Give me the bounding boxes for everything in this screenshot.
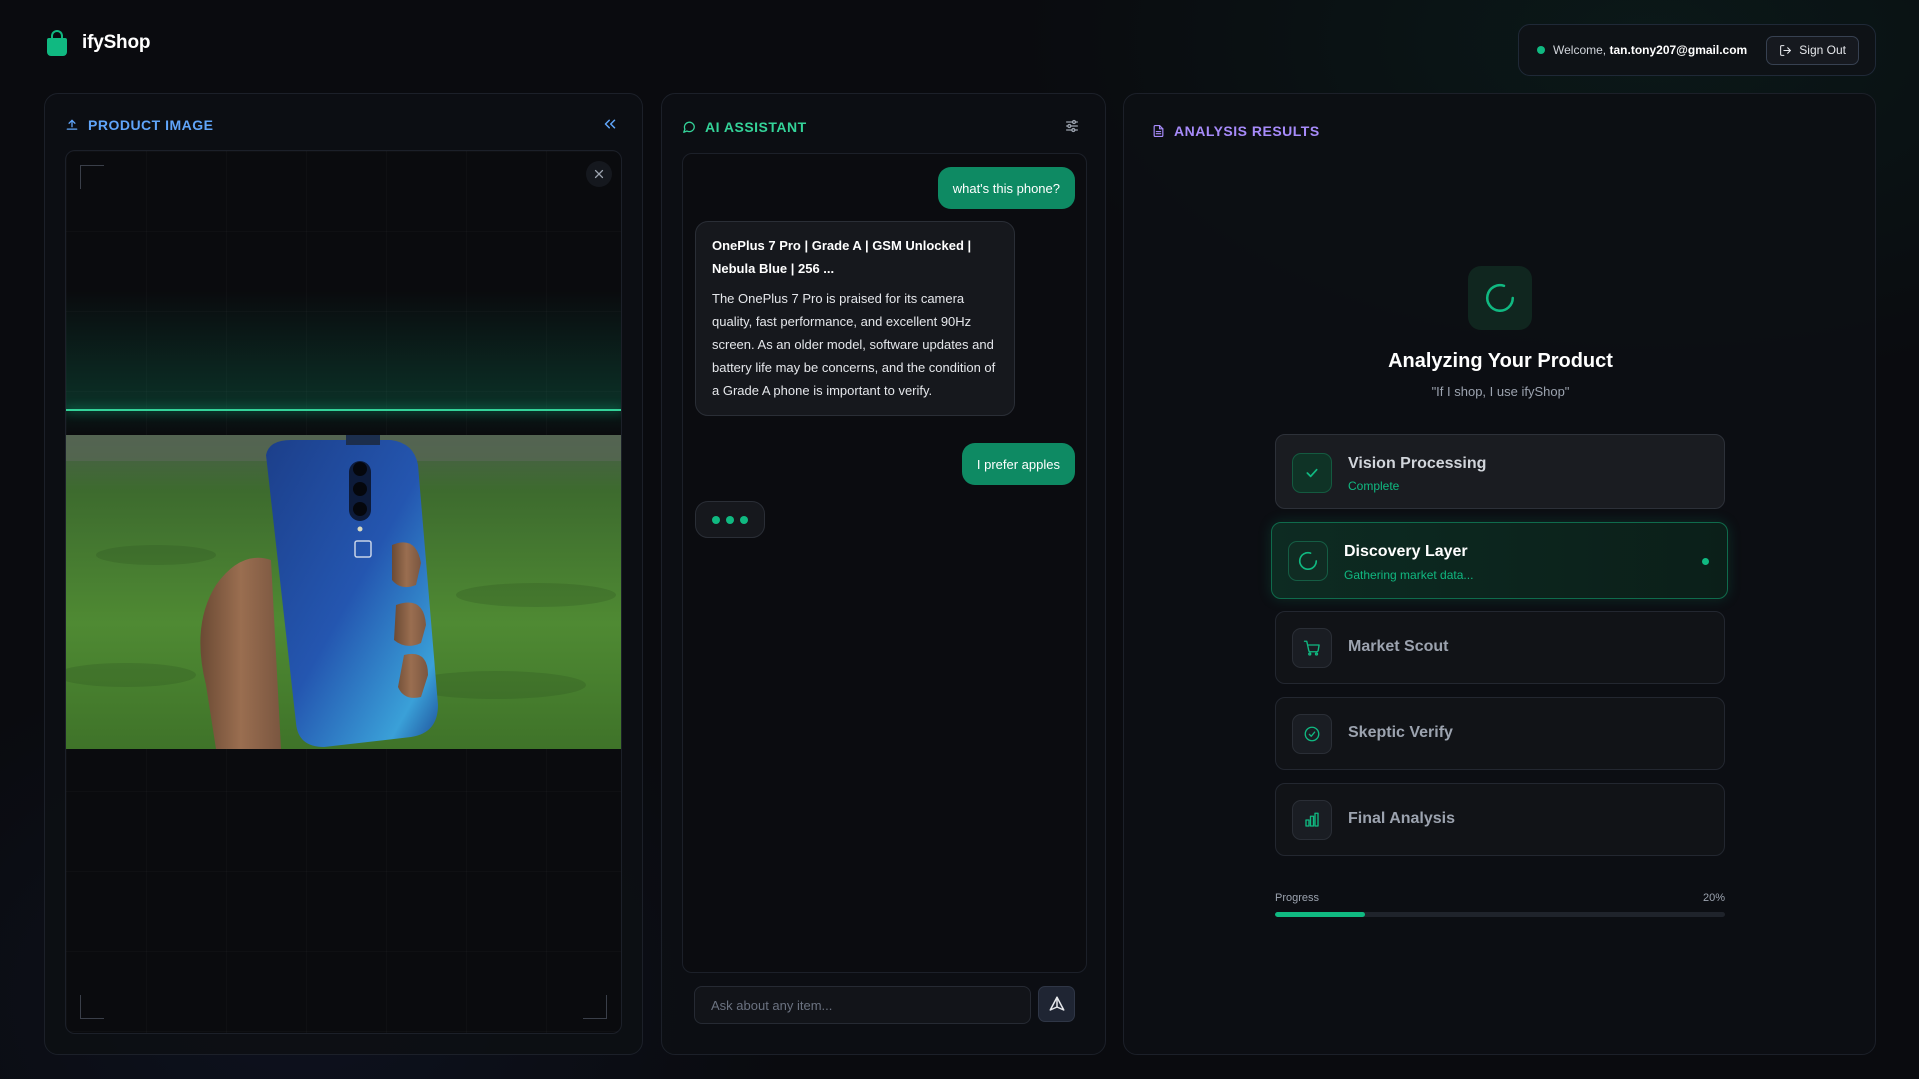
welcome-text: Welcome, tan.tony207@gmail.com (1553, 43, 1747, 57)
typing-dot (712, 515, 720, 524)
analysis-results-header: ANALYSIS RESULTS (1152, 123, 1320, 139)
step-icon-box (1292, 453, 1332, 493)
user-message: what's this phone? (937, 167, 1075, 209)
cart-icon (1303, 640, 1320, 656)
progress-bar-fill (1275, 912, 1365, 917)
sign-out-icon (1780, 44, 1792, 56)
analysis-results-title: ANALYSIS RESULTS (1174, 123, 1320, 139)
message-text: what's this phone? (952, 180, 1060, 196)
step-icon-box (1292, 628, 1332, 668)
frame-corner (80, 165, 104, 189)
step-status: Gathering market data... (1344, 568, 1474, 582)
send-button[interactable] (1038, 986, 1075, 1022)
app-logo[interactable]: ifyShop (46, 30, 150, 56)
step-name: Final Analysis (1348, 810, 1455, 827)
product-image-panel: PRODUCT IMAGE (44, 93, 643, 1055)
ai-assistant-header: AI ASSISTANT (682, 119, 807, 135)
step-status: Complete (1348, 479, 1400, 493)
product-image-header: PRODUCT IMAGE (65, 117, 214, 133)
chat-settings-button[interactable] (1064, 118, 1080, 134)
assistant-message: OnePlus 7 Pro | Grade A | GSM Unlocked |… (695, 221, 1015, 416)
step-vision-processing: Vision Processing Complete (1275, 434, 1725, 509)
check-circle-icon (1304, 726, 1320, 742)
step-icon-box (1292, 714, 1332, 754)
scan-fade (66, 411, 621, 435)
analyzing-heading: Analyzing Your Product (1388, 350, 1613, 372)
bar-chart-icon (1305, 812, 1319, 827)
assistant-message-title: OnePlus 7 Pro | Grade A | GSM Unlocked |… (712, 238, 972, 276)
step-discovery-layer: Discovery Layer Gathering market data... (1271, 522, 1728, 599)
step-icon-box (1288, 541, 1328, 581)
send-icon (1049, 996, 1064, 1011)
step-name: Skeptic Verify (1348, 724, 1453, 741)
online-status-dot (1537, 46, 1545, 54)
scan-glow (66, 291, 621, 411)
step-name: Discovery Layer (1344, 543, 1468, 560)
ai-assistant-title: AI ASSISTANT (705, 119, 807, 135)
typing-dot (740, 515, 748, 524)
analysis-results-panel: ANALYSIS RESULTS Analyzing Your Product … (1123, 93, 1876, 1055)
sign-out-label: Sign Out (1799, 43, 1846, 57)
step-market-scout: Market Scout (1275, 611, 1725, 684)
step-name: Market Scout (1348, 638, 1449, 655)
top-header: ifyShop Welcome, tan.tony207@gmail.com S… (0, 0, 1919, 90)
user-box: Welcome, tan.tony207@gmail.com Sign Out (1518, 24, 1876, 76)
step-final-analysis: Final Analysis (1275, 783, 1725, 856)
analyzing-spinner (1468, 266, 1532, 330)
progress-bar (1275, 912, 1725, 917)
remove-image-button[interactable] (586, 161, 612, 187)
user-message: I prefer apples (961, 443, 1075, 485)
chat-messages[interactable]: what's this phone? OnePlus 7 Pro | Grade… (682, 153, 1087, 973)
ai-assistant-panel: AI ASSISTANT what's this phone? OnePlus … (661, 93, 1106, 1055)
chevrons-left-icon (604, 119, 616, 129)
product-photo (66, 435, 621, 749)
assistant-message-text: The OnePlus 7 Pro is praised for its cam… (712, 291, 996, 398)
image-viewer (65, 150, 622, 1034)
check-icon (1306, 468, 1318, 478)
welcome-prefix: Welcome, (1553, 43, 1607, 57)
app-name: ifyShop (82, 32, 151, 53)
sign-out-button[interactable]: Sign Out (1766, 35, 1859, 65)
typing-indicator (695, 501, 765, 538)
message-text: I prefer apples (976, 456, 1060, 472)
sliders-icon (1066, 119, 1078, 133)
document-icon (1153, 124, 1164, 138)
tagline-quote: "If I shop, I use ifyShop" (1431, 384, 1570, 399)
frame-corner (80, 995, 104, 1019)
chat-input[interactable] (694, 986, 1031, 1024)
chat-bubble-icon (683, 121, 695, 133)
spinner-icon (1298, 551, 1318, 570)
step-icon-box (1292, 800, 1332, 840)
collapse-panel-button[interactable] (601, 115, 619, 133)
step-name: Vision Processing (1348, 455, 1487, 472)
user-email: tan.tony207@gmail.com (1609, 43, 1748, 57)
step-skeptic-verify: Skeptic Verify (1275, 697, 1725, 770)
close-icon (594, 169, 604, 179)
product-image-title: PRODUCT IMAGE (88, 117, 214, 133)
progress-value: 20% (1702, 892, 1725, 904)
frame-corner (583, 995, 607, 1019)
upload-icon (66, 119, 78, 130)
spinner-icon (1486, 283, 1515, 312)
typing-dot (726, 515, 734, 524)
shopping-bag-icon (46, 30, 68, 56)
active-step-dot (1702, 558, 1709, 565)
